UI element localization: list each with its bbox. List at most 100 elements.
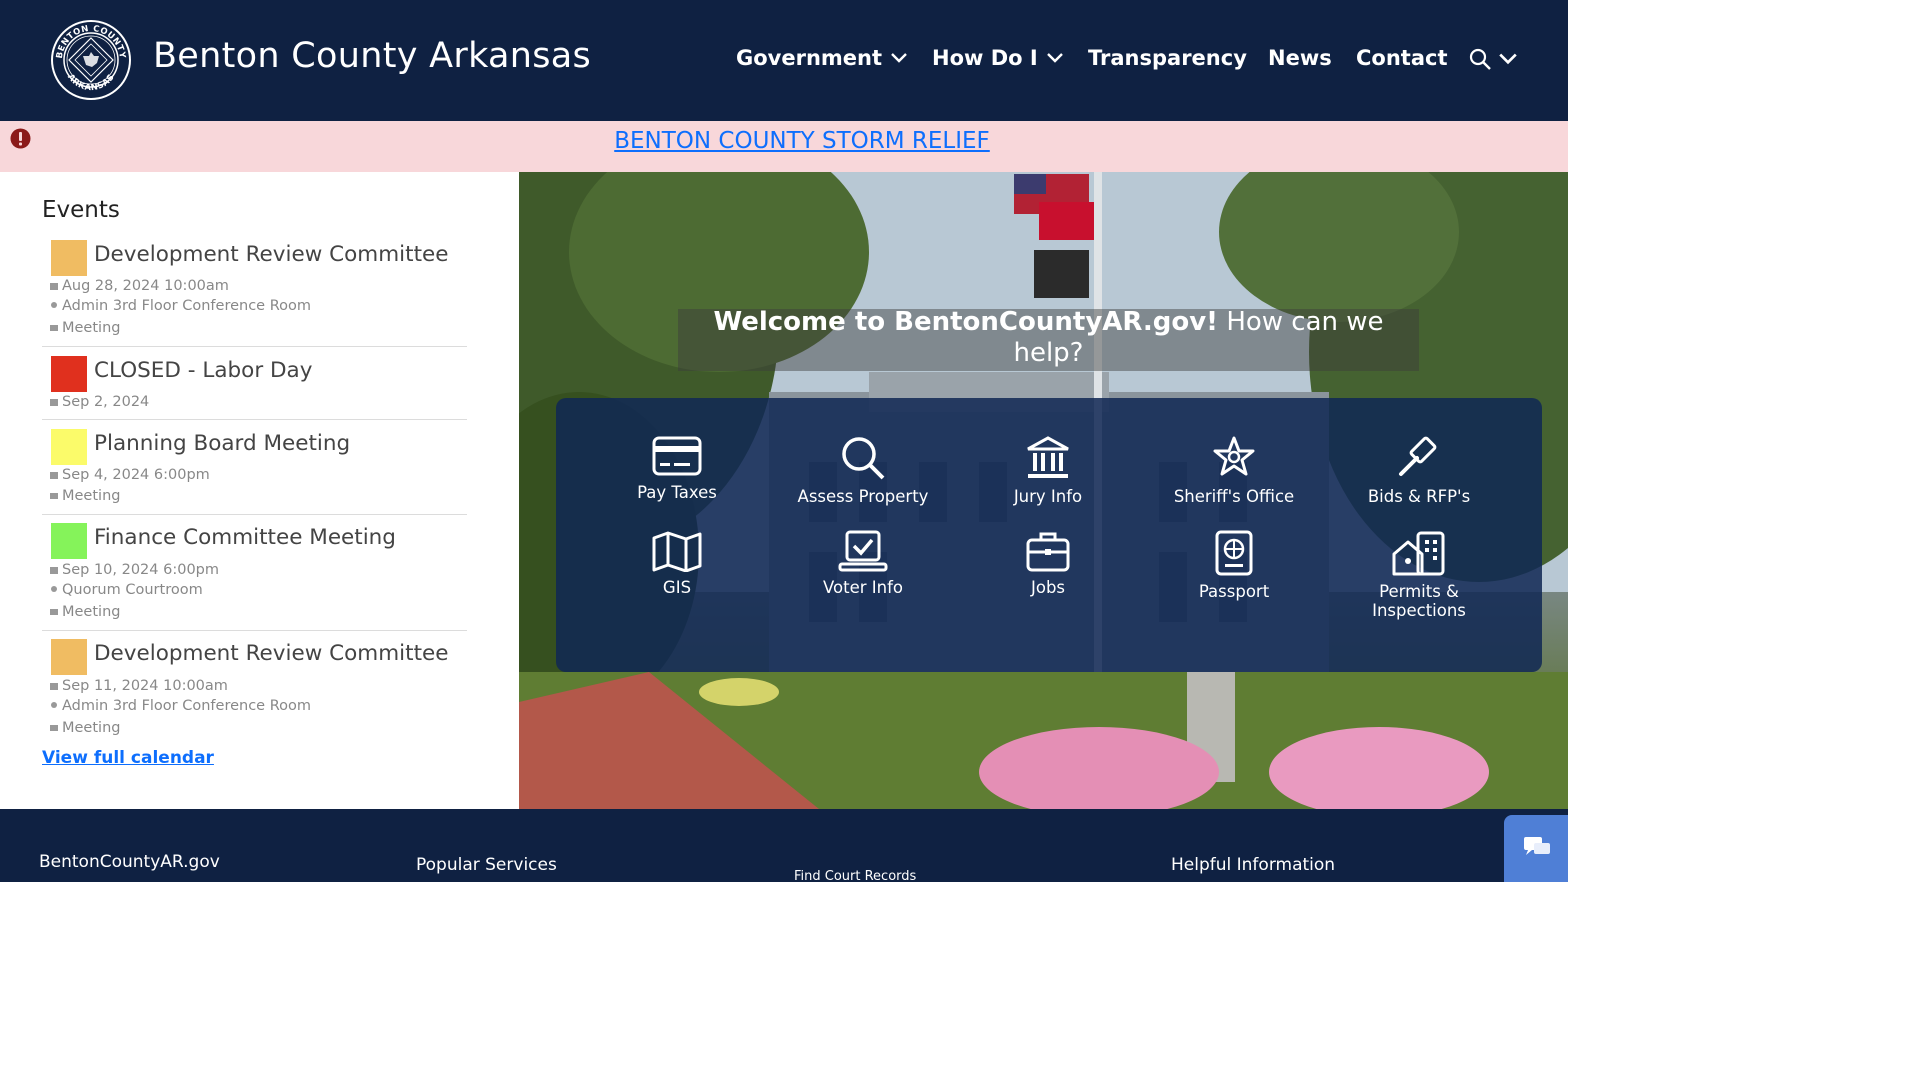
event-date: Aug 28, 2024 10:00am (50, 278, 229, 294)
event-category: Meeting (50, 604, 120, 620)
event-item[interactable]: Finance Committee Meeting Sep 10, 2024 6… (42, 523, 467, 631)
passport-icon (1215, 530, 1253, 576)
folder-icon (50, 720, 58, 731)
event-item[interactable]: Development Review Committee Aug 28, 202… (42, 240, 467, 347)
folder-icon (50, 488, 58, 499)
storm-relief-link[interactable]: BENTON COUNTY STORM RELIEF (0, 128, 1604, 154)
magnifier-icon (842, 437, 885, 480)
chat-button[interactable] (1504, 815, 1568, 882)
nav-government[interactable]: Government (736, 46, 908, 70)
event-color-swatch (51, 639, 87, 675)
sheriff-star-icon (1213, 436, 1255, 476)
search-toggle[interactable] (1468, 47, 1518, 71)
event-item[interactable]: Development Review Committee Sep 11, 202… (42, 639, 467, 743)
event-location: Admin 3rd Floor Conference Room (50, 298, 311, 314)
event-item[interactable]: Planning Board Meeting Sep 4, 2024 6:00p… (42, 429, 467, 515)
nav-news[interactable]: News (1268, 46, 1332, 70)
map-icon (652, 531, 702, 572)
calendar-icon (50, 562, 58, 574)
event-category-text: Meeting (62, 320, 121, 336)
service-bids-rfps[interactable]: Bids & RFP's (1334, 435, 1504, 506)
welcome-bold: Welcome to BentonCountyAR.gov! (713, 307, 1219, 337)
nav-label: News (1268, 46, 1332, 70)
event-location-text: Admin 3rd Floor Conference Room (62, 698, 312, 714)
event-date-text: Sep 10, 2024 6:00pm (62, 562, 220, 578)
event-date-text: Aug 28, 2024 10:00am (62, 278, 229, 294)
view-full-calendar-link[interactable]: View full calendar (42, 748, 214, 768)
chevron-down-icon (1499, 53, 1517, 65)
event-location: Admin 3rd Floor Conference Room (50, 698, 311, 714)
service-permits-inspections[interactable]: Permits & Inspections (1334, 530, 1504, 620)
service-pay-taxes[interactable]: Pay Taxes (592, 435, 762, 502)
event-category-text: Meeting (62, 488, 121, 504)
service-label: Sheriff's Office (1173, 487, 1295, 506)
event-title[interactable]: Finance Committee Meeting (94, 525, 396, 550)
welcome-heading: Welcome to BentonCountyAR.gov! How can w… (678, 307, 1419, 369)
service-jobs[interactable]: Jobs (963, 530, 1133, 597)
service-gis[interactable]: GIS (592, 530, 762, 597)
event-title[interactable]: CLOSED - Labor Day (94, 358, 312, 383)
buildings-icon (1392, 531, 1445, 576)
calendar-icon (50, 394, 58, 406)
service-label: Jobs (1030, 578, 1066, 597)
calendar-icon (50, 678, 58, 690)
service-jury-info[interactable]: Jury Info (963, 435, 1133, 506)
event-date-text: Sep 2, 2024 (62, 394, 150, 410)
credit-card-icon (652, 436, 702, 476)
service-label: Permits & Inspections (1372, 582, 1466, 620)
event-date: Sep 2, 2024 (50, 394, 149, 410)
event-date-text: Sep 11, 2024 10:00am (62, 678, 228, 694)
service-sheriffs-office[interactable]: Sheriff's Office (1149, 435, 1319, 506)
service-label: Passport (1198, 582, 1270, 601)
service-label: Assess Property (797, 487, 929, 506)
nav-transparency[interactable]: Transparency (1088, 46, 1247, 70)
event-location-text: Admin 3rd Floor Conference Room (62, 298, 312, 314)
footer-helpful-information-heading: Helpful Information (1171, 855, 1336, 875)
site-title[interactable]: Benton County Arkansas (153, 36, 591, 76)
service-label: Jury Info (1013, 487, 1083, 506)
event-color-swatch (51, 240, 87, 276)
event-category-text: Meeting (62, 720, 121, 736)
calendar-icon (50, 278, 58, 290)
event-color-swatch (51, 523, 87, 559)
search-icon (1469, 48, 1491, 70)
footer-find-court-records-link[interactable]: Find Court Records (794, 869, 916, 884)
event-location: Quorum Courtroom (50, 582, 203, 598)
nav-how-do-i[interactable]: How Do I (932, 46, 1064, 70)
event-date: Sep 11, 2024 10:00am (50, 678, 228, 694)
event-title[interactable]: Development Review Committee (94, 641, 448, 666)
nav-label: Transparency (1088, 46, 1247, 70)
event-category: Meeting (50, 320, 120, 336)
event-category: Meeting (50, 720, 120, 736)
footer-site-name[interactable]: BentonCountyAR.gov (39, 852, 220, 872)
courthouse-icon (1027, 436, 1069, 478)
gavel-icon (1399, 436, 1437, 476)
map-pin-icon (50, 298, 58, 308)
event-date: Sep 4, 2024 6:00pm (50, 467, 210, 483)
folder-icon (50, 320, 58, 331)
service-assess-property[interactable]: Assess Property (778, 435, 948, 506)
chevron-down-icon (1046, 53, 1063, 63)
county-seal-logo[interactable]: BENTON COUNTY ARKANSAS (50, 19, 132, 101)
map-pin-icon (50, 582, 58, 592)
event-title[interactable]: Planning Board Meeting (94, 431, 350, 456)
events-heading: Events (42, 197, 120, 223)
map-pin-icon (50, 698, 58, 708)
service-label: Pay Taxes (637, 483, 717, 502)
nav-label: Contact (1356, 46, 1448, 70)
nav-label: How Do I (932, 46, 1038, 70)
event-title[interactable]: Development Review Committee (94, 242, 448, 267)
event-item[interactable]: CLOSED - Labor Day Sep 2, 2024 (42, 356, 467, 420)
calendar-icon (50, 467, 58, 479)
folder-icon (50, 604, 58, 615)
event-color-swatch (51, 429, 87, 465)
ballot-box-icon (838, 530, 888, 572)
service-label: Bids & RFP's (1367, 487, 1471, 506)
chat-bubbles-icon (1524, 837, 1550, 855)
nav-contact[interactable]: Contact (1356, 46, 1448, 70)
service-voter-info[interactable]: Voter Info (778, 530, 948, 597)
event-category: Meeting (50, 488, 120, 504)
service-passport[interactable]: Passport (1149, 530, 1319, 601)
service-label: Voter Info (823, 578, 903, 597)
event-date-text: Sep 4, 2024 6:00pm (62, 467, 210, 483)
